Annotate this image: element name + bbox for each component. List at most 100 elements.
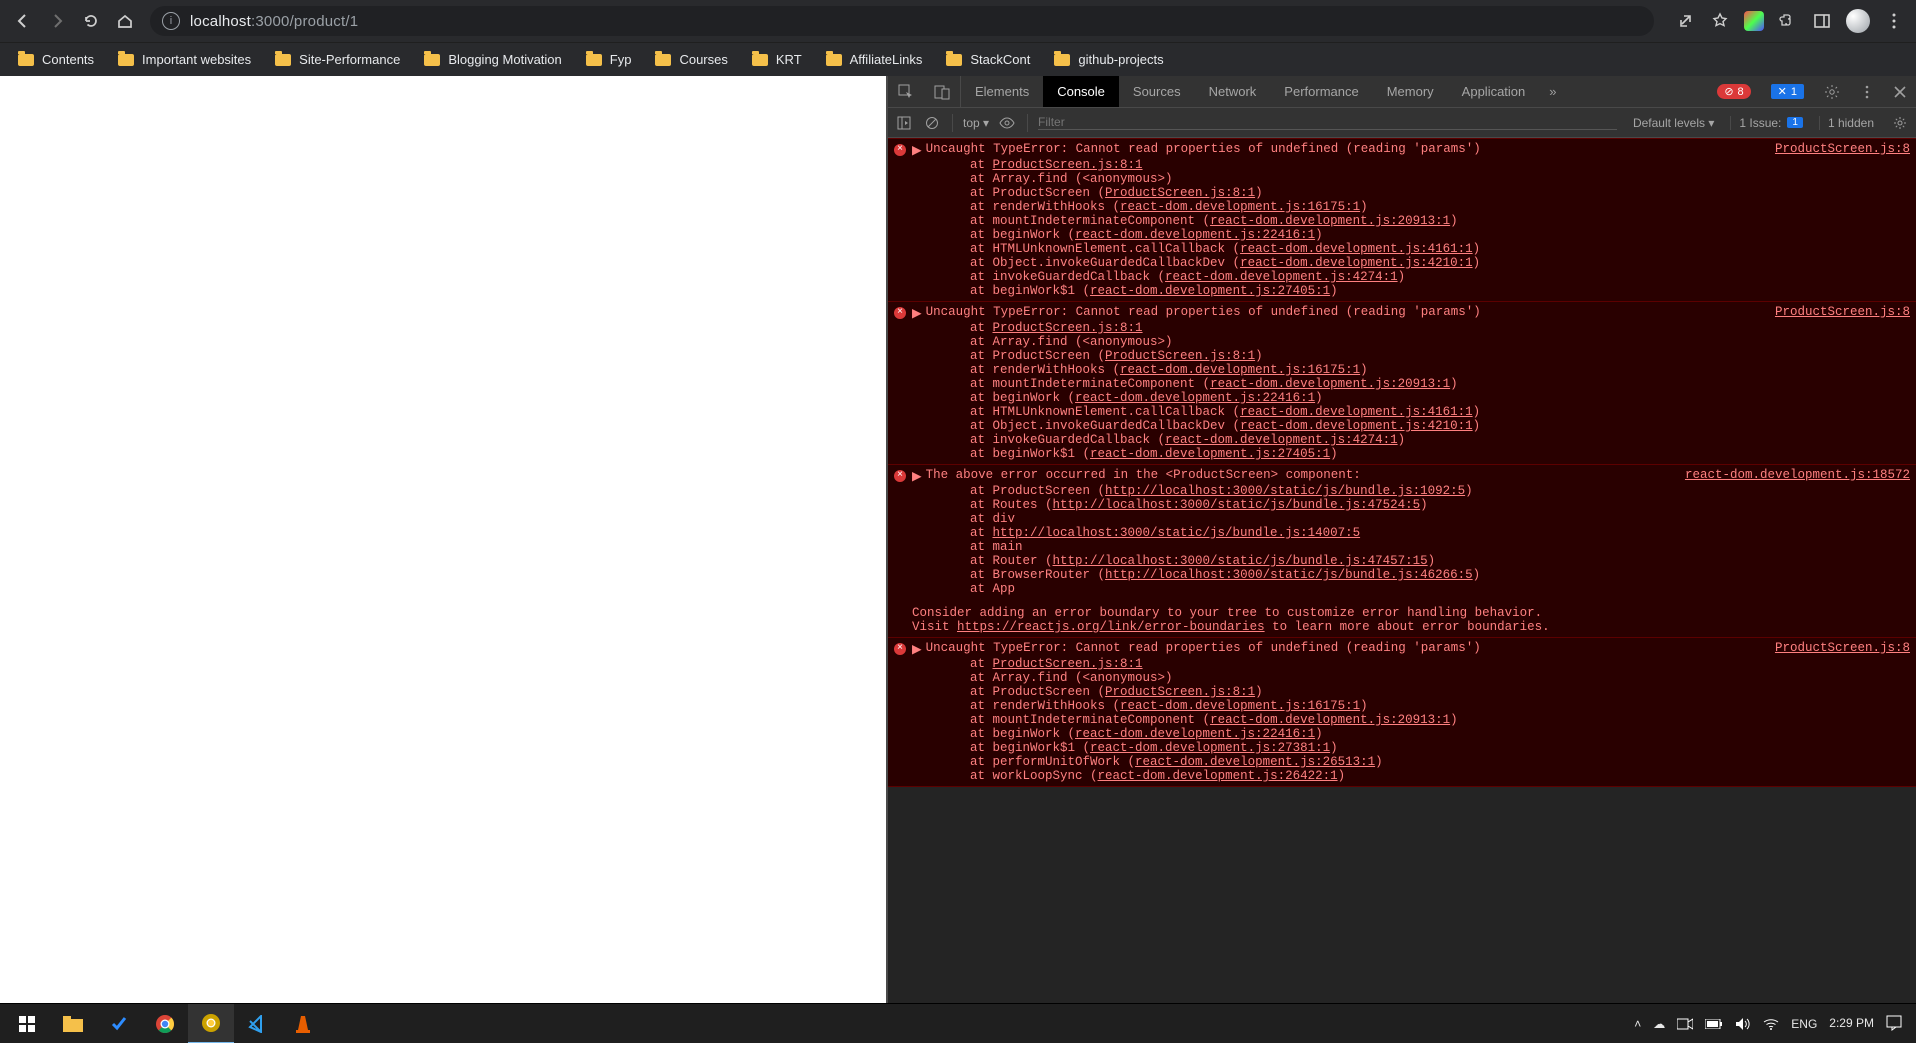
vlc-icon[interactable] [280, 1004, 326, 1043]
source-link[interactable]: react-dom.development.js:26513:1 [1135, 755, 1375, 769]
back-button[interactable] [8, 6, 38, 36]
devtools-close-icon[interactable] [1884, 76, 1916, 107]
source-link[interactable]: http://localhost:3000/static/js/bundle.j… [993, 526, 1361, 540]
volume-icon[interactable] [1735, 1017, 1751, 1031]
log-levels-selector[interactable]: Default levels ▾ [1625, 116, 1722, 130]
source-link[interactable]: react-dom.development.js:4210:1 [1240, 256, 1473, 270]
source-link[interactable]: react-dom.development.js:4274:1 [1165, 270, 1398, 284]
console-sidebar-toggle-icon[interactable] [894, 113, 914, 133]
chrome-canary-icon[interactable] [188, 1004, 234, 1043]
source-link[interactable]: http://localhost:3000/static/js/bundle.j… [1053, 554, 1428, 568]
devtools-tab-console[interactable]: Console [1043, 76, 1119, 107]
wifi-icon[interactable] [1763, 1018, 1779, 1030]
notifications-icon[interactable] [1886, 1015, 1904, 1033]
bookmark-item[interactable]: KRT [742, 48, 812, 71]
forward-button[interactable] [42, 6, 72, 36]
bookmark-item[interactable]: Contents [8, 48, 104, 71]
console-output[interactable]: ×▶Uncaught TypeError: Cannot read proper… [888, 138, 1916, 1003]
source-link[interactable]: react-dom.development.js:22416:1 [1075, 391, 1315, 405]
bookmark-item[interactable]: AffiliateLinks [816, 48, 933, 71]
source-link[interactable]: react-dom.development.js:26422:1 [1098, 769, 1338, 783]
home-button[interactable] [110, 6, 140, 36]
devtools-tab-performance[interactable]: Performance [1270, 76, 1372, 107]
bookmark-item[interactable]: Fyp [576, 48, 642, 71]
expand-caret-icon[interactable]: ▶ [912, 641, 922, 657]
source-link[interactable]: http://localhost:3000/static/js/bundle.j… [1053, 498, 1421, 512]
source-link[interactable]: react-dom.development.js:4274:1 [1165, 433, 1398, 447]
source-link[interactable]: react-dom.development.js:4210:1 [1240, 419, 1473, 433]
source-link[interactable]: react-dom.development.js:22416:1 [1075, 228, 1315, 242]
extensions-puzzle-icon[interactable] [1778, 11, 1798, 31]
error-source-link[interactable]: ProductScreen.js:8 [1775, 142, 1910, 158]
clear-console-icon[interactable] [922, 113, 942, 133]
console-error-message[interactable]: ×▶The above error occurred in the <Produ… [888, 465, 1916, 638]
source-link[interactable]: react-dom.development.js:22416:1 [1075, 727, 1315, 741]
source-link[interactable]: ProductScreen.js:8:1 [1105, 186, 1255, 200]
source-link[interactable]: react-dom.development.js:20913:1 [1210, 377, 1450, 391]
devtools-tab-network[interactable]: Network [1195, 76, 1271, 107]
source-link[interactable]: react-dom.development.js:4161:1 [1240, 405, 1473, 419]
source-link[interactable]: react-dom.development.js:16175:1 [1120, 363, 1360, 377]
expand-caret-icon[interactable]: ▶ [912, 468, 922, 484]
source-link[interactable]: react-dom.development.js:20913:1 [1210, 713, 1450, 727]
browser-menu-icon[interactable] [1884, 11, 1904, 31]
context-selector[interactable]: top ▾ [963, 116, 989, 130]
console-error-message[interactable]: ×▶Uncaught TypeError: Cannot read proper… [888, 302, 1916, 465]
source-link[interactable]: http://localhost:3000/static/js/bundle.j… [1105, 484, 1465, 498]
start-button[interactable] [4, 1004, 50, 1043]
battery-icon[interactable] [1705, 1019, 1723, 1029]
inspect-element-icon[interactable] [888, 76, 924, 107]
more-tabs-icon[interactable]: » [1539, 76, 1566, 107]
source-link[interactable]: ProductScreen.js:8:1 [993, 321, 1143, 335]
profile-avatar[interactable] [1846, 9, 1870, 33]
language-indicator[interactable]: ENG [1791, 1017, 1817, 1031]
source-link[interactable]: ProductScreen.js:8:1 [1105, 349, 1255, 363]
source-link[interactable]: react-dom.development.js:27381:1 [1090, 741, 1330, 755]
error-source-link[interactable]: ProductScreen.js:8 [1775, 305, 1910, 321]
error-count-badge[interactable]: 8 [1707, 76, 1760, 107]
info-count-badge[interactable]: ✕1 [1761, 76, 1814, 107]
issues-link[interactable]: 1 Issue: 1 [1730, 116, 1811, 130]
error-source-link[interactable]: ProductScreen.js:8 [1775, 641, 1910, 657]
devtools-tab-sources[interactable]: Sources [1119, 76, 1195, 107]
bookmark-item[interactable]: StackCont [936, 48, 1040, 71]
url-box[interactable]: i localhost:3000/product/1 [150, 6, 1654, 36]
console-error-message[interactable]: ×▶Uncaught TypeError: Cannot read proper… [888, 638, 1916, 787]
source-link[interactable]: react-dom.development.js:16175:1 [1120, 699, 1360, 713]
bookmark-item[interactable]: Blogging Motivation [414, 48, 571, 71]
onedrive-icon[interactable]: ☁ [1653, 1017, 1665, 1031]
share-icon[interactable] [1676, 11, 1696, 31]
console-settings-icon[interactable] [1890, 113, 1910, 133]
task-app-1-icon[interactable] [96, 1004, 142, 1043]
meet-now-icon[interactable] [1677, 1017, 1693, 1031]
source-link[interactable]: react-dom.development.js:4161:1 [1240, 242, 1473, 256]
doc-link[interactable]: https://reactjs.org/link/error-boundarie… [957, 620, 1265, 634]
bookmark-item[interactable]: github-projects [1044, 48, 1173, 71]
device-toolbar-icon[interactable] [924, 76, 960, 107]
vscode-icon[interactable] [234, 1004, 280, 1043]
devtools-tab-elements[interactable]: Elements [961, 76, 1043, 107]
source-link[interactable]: react-dom.development.js:27405:1 [1090, 447, 1330, 461]
tray-chevron-icon[interactable]: ˄ [1634, 1017, 1641, 1031]
bookmark-item[interactable]: Site-Performance [265, 48, 410, 71]
source-link[interactable]: ProductScreen.js:8:1 [993, 158, 1143, 172]
bookmark-item[interactable]: Courses [645, 48, 737, 71]
source-link[interactable]: react-dom.development.js:20913:1 [1210, 214, 1450, 228]
bookmark-item[interactable]: Important websites [108, 48, 261, 71]
source-link[interactable]: ProductScreen.js:8:1 [993, 657, 1143, 671]
console-error-message[interactable]: ×▶Uncaught TypeError: Cannot read proper… [888, 138, 1916, 302]
devtools-tab-application[interactable]: Application [1448, 76, 1540, 107]
source-link[interactable]: react-dom.development.js:16175:1 [1120, 200, 1360, 214]
source-link[interactable]: ProductScreen.js:8:1 [1105, 685, 1255, 699]
source-link[interactable]: react-dom.development.js:27405:1 [1090, 284, 1330, 298]
star-icon[interactable] [1710, 11, 1730, 31]
eye-icon[interactable] [997, 113, 1017, 133]
extension-icon[interactable] [1744, 11, 1764, 31]
devtools-tab-memory[interactable]: Memory [1373, 76, 1448, 107]
site-info-icon[interactable]: i [162, 12, 180, 30]
devtools-menu-icon[interactable] [1850, 76, 1884, 107]
error-source-link[interactable]: react-dom.development.js:18572 [1685, 468, 1910, 484]
expand-caret-icon[interactable]: ▶ [912, 305, 922, 321]
file-explorer-icon[interactable] [50, 1004, 96, 1043]
side-panel-icon[interactable] [1812, 11, 1832, 31]
